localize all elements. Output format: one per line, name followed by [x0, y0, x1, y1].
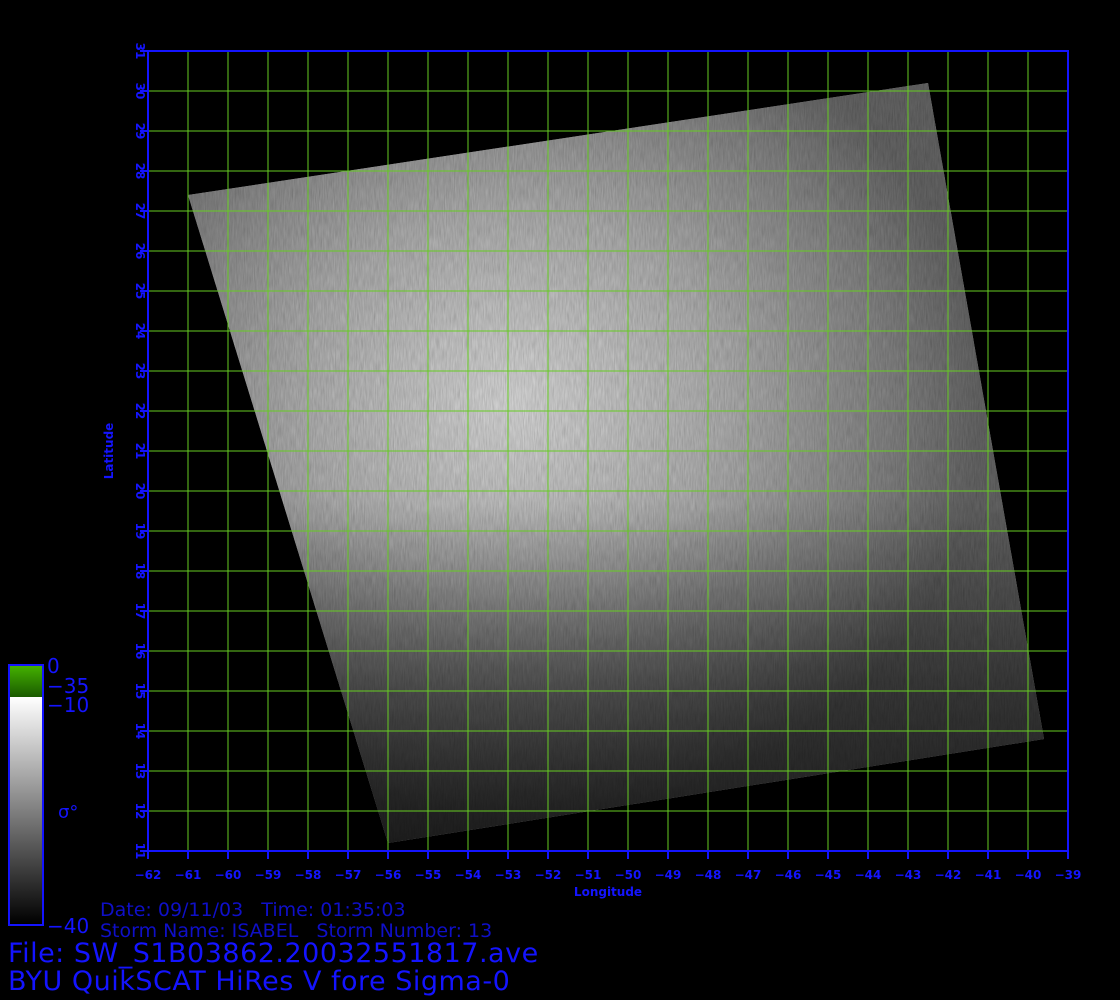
lon-tick-label: −46 — [775, 868, 802, 882]
lon-tick-label: −52 — [535, 868, 562, 882]
lon-tick-label: −53 — [495, 868, 522, 882]
latitude-ticks: 11 12 13 14 15 16 17 18 19 20 21 22 23 24 25 26 27 28 29 30… — [133, 43, 148, 860]
y-axis-label: Latitude — [102, 423, 116, 480]
sigma0-swath-image — [188, 83, 1044, 843]
lat-tick-label: 30 — [133, 83, 147, 100]
x-axis-label: Longitude — [574, 885, 642, 899]
lat-tick-label: 27 — [133, 203, 147, 220]
lon-tick-label: −50 — [615, 868, 642, 882]
lon-tick-label: −48 — [695, 868, 722, 882]
lat-tick-label: 22 — [133, 403, 147, 420]
lat-tick-label: 21 — [133, 443, 147, 460]
lat-tick-label: 19 — [133, 523, 147, 540]
colorbar-gray-segment — [10, 697, 42, 924]
lat-tick-label: 15 — [133, 683, 147, 700]
lat-tick-label: 25 — [133, 283, 147, 300]
lat-tick-label: 23 — [133, 363, 147, 380]
map-plot: −62 −61 −60 −59 −58 −57 −56 −55 −54 −53 −52 −51 −50−… — [8, 43, 1082, 926]
lat-tick-label: 29 — [133, 123, 147, 140]
lat-tick-label: 14 — [133, 723, 147, 740]
lon-tick-label: −47 — [735, 868, 762, 882]
lat-tick-label: 28 — [133, 163, 147, 180]
lon-tick-label: −54 — [455, 868, 482, 882]
lat-tick-label: 20 — [133, 483, 147, 500]
lon-tick-label: −62 — [135, 868, 162, 882]
longitude-ticks: −62 −61 −60 −59 −58 −57 −56 −55 −54 −53 −52 −51 −50−… — [135, 851, 1082, 882]
lon-tick-label: −61 — [175, 868, 202, 882]
lon-tick-label: −60 — [215, 868, 242, 882]
lat-tick-label: 26 — [133, 243, 147, 260]
lon-tick-label: −45 — [815, 868, 842, 882]
lon-tick-label: −51 — [575, 868, 602, 882]
colorbar-green-segment — [10, 666, 42, 697]
colorbar-label-minus10: −10 — [47, 693, 90, 717]
lon-tick-label: −49 — [655, 868, 682, 882]
lon-tick-label: −42 — [935, 868, 962, 882]
lat-tick-label: 18 — [133, 563, 147, 580]
colorbar-label-minus40: −40 — [47, 914, 90, 938]
lon-tick-label: −44 — [855, 868, 882, 882]
lon-tick-label: −41 — [975, 868, 1002, 882]
lat-tick-label: 16 — [133, 643, 147, 660]
lat-tick-label: 24 — [133, 323, 147, 340]
lat-tick-label: 11 — [133, 843, 147, 860]
lat-tick-label: 17 — [133, 603, 147, 620]
lat-lon-grid — [147, 50, 1069, 852]
lon-tick-label: −40 — [1015, 868, 1042, 882]
lon-tick-label: −55 — [415, 868, 442, 882]
date-time-line: Date: 09/11/03 Time: 01:35:03 — [100, 899, 406, 921]
product-title: BYU QuikSCAT HiRes V fore Sigma-0 — [8, 966, 511, 997]
lon-tick-label: −43 — [895, 868, 922, 882]
lat-tick-label: 31 — [133, 43, 147, 60]
lon-tick-label: −58 — [295, 868, 322, 882]
lat-tick-label: 12 — [133, 803, 147, 820]
lon-tick-label: −57 — [335, 868, 362, 882]
file-line: File: SW_S1B03862.20032551817.ave — [8, 938, 539, 969]
colorbar-sigma-label: σ° — [58, 802, 79, 823]
lon-tick-label: −56 — [375, 868, 402, 882]
lon-tick-label: −39 — [1055, 868, 1082, 882]
lat-tick-label: 13 — [133, 763, 147, 780]
lon-tick-label: −59 — [255, 868, 282, 882]
colorbar — [8, 664, 44, 926]
swath-shading — [188, 83, 1044, 843]
